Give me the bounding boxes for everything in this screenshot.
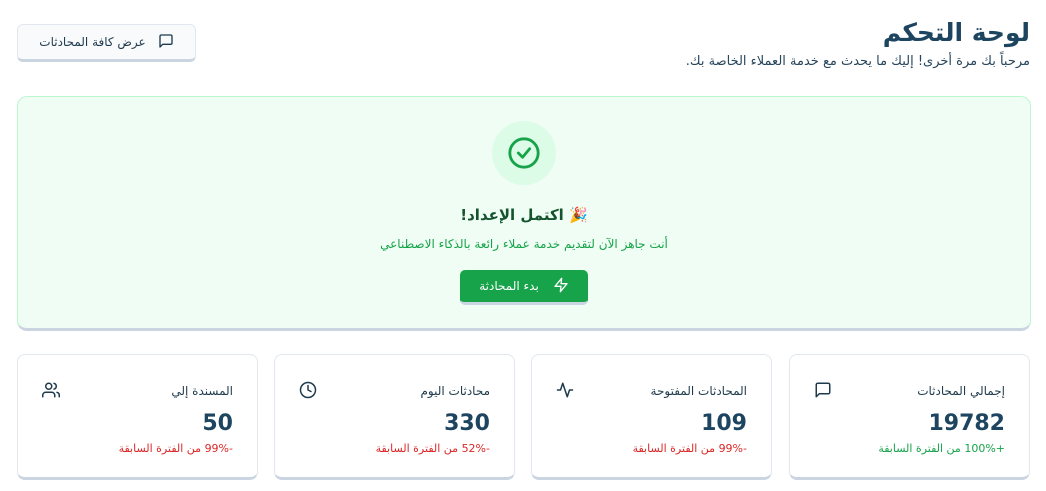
- start-conversation-button[interactable]: بدء المحادثة: [460, 270, 588, 305]
- stat-change: +100% من الفترة السابقة: [878, 442, 1005, 455]
- setup-complete-description: أنت جاهز الآن لتقديم خدمة عملاء رائعة با…: [380, 237, 668, 251]
- stat-label: محادثات اليوم: [420, 384, 490, 398]
- zap-icon: [553, 277, 569, 296]
- stat-label: المحادثات المفتوحة: [650, 384, 747, 398]
- stat-value: 330: [444, 411, 490, 436]
- message-square-icon: [814, 381, 832, 399]
- setup-complete-banner: 🎉 اكتمل الإعداد! أنت جاهز الآن لتقديم خد…: [17, 96, 1031, 331]
- stat-card-open-conversations: المحادثات المفتوحة 109 -99% من الفترة ال…: [531, 354, 772, 480]
- stat-card-assigned-to-me: المسندة إلي 50 -99% من الفترة السابقة: [17, 354, 258, 480]
- message-square-icon: [158, 33, 174, 52]
- stat-label: إجمالي المحادثات: [917, 384, 1005, 398]
- stat-card-total-conversations: إجمالي المحادثات 19782 +100% من الفترة ا…: [789, 354, 1030, 480]
- stat-value: 50: [202, 411, 233, 436]
- stat-change: -99% من الفترة السابقة: [632, 442, 747, 455]
- check-circle-icon: [492, 121, 556, 185]
- page-title: لوحة التحكم: [882, 18, 1030, 47]
- stat-value: 19782: [928, 411, 1005, 436]
- stat-label: المسندة إلي: [171, 384, 233, 398]
- users-icon: [42, 381, 60, 399]
- activity-icon: [556, 381, 574, 399]
- stat-card-today-conversations: محادثات اليوم 330 -52% من الفترة السابقة: [274, 354, 515, 480]
- clock-icon: [299, 381, 317, 399]
- stat-value: 109: [701, 411, 747, 436]
- page-subtitle: مرحباً بك مرة أخرى! إليك ما يحدث مع خدمة…: [685, 54, 1030, 69]
- view-all-conversations-label: عرض كافة المحادثات: [39, 35, 146, 49]
- start-conversation-label: بدء المحادثة: [479, 279, 539, 293]
- stat-change: -99% من الفترة السابقة: [118, 442, 233, 455]
- dashboard-page: لوحة التحكم مرحباً بك مرة أخرى! إليك ما …: [0, 0, 1046, 491]
- stat-change: -52% من الفترة السابقة: [375, 442, 490, 455]
- view-all-conversations-button[interactable]: عرض كافة المحادثات: [17, 24, 196, 62]
- setup-complete-title: 🎉 اكتمل الإعداد!: [460, 206, 588, 224]
